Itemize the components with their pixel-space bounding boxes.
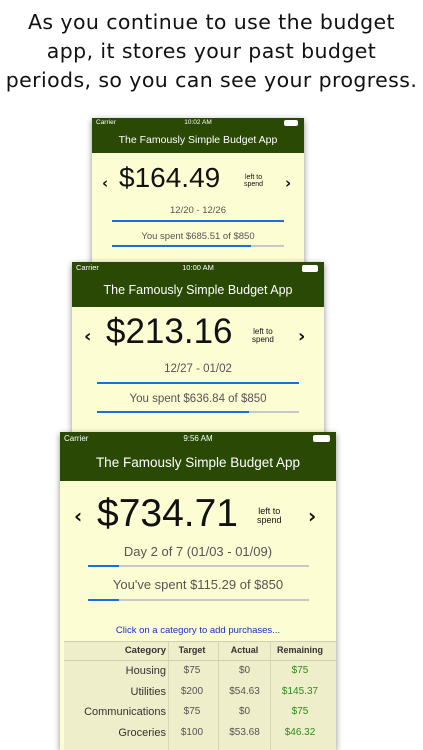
actual-cell: $0 [238, 706, 251, 717]
spent-label: You spent $636.84 of $850 [129, 393, 267, 405]
caption-line: As you continue to use the budget [28, 10, 395, 34]
battery-icon [313, 435, 330, 442]
left-to-line: left to [244, 174, 263, 181]
category-table: Category Target Actual Remaining Housing… [64, 641, 336, 750]
left-to-spend-label: left to spend [257, 507, 282, 525]
add-purchases-hint: Click on a category to add purchases... [115, 625, 281, 636]
category-name: Communications [84, 706, 166, 718]
spent-progress-bar [112, 245, 284, 247]
period-label: Day 2 of 7 (01/03 - 01/09) [123, 544, 273, 559]
budget-screen-past-2: Carrier 10:00 AM The Famously Simple Bud… [72, 262, 324, 438]
actual-cell: $0 [238, 665, 251, 676]
spend-line: spend [257, 515, 282, 525]
remaining-cell: $46.32 [284, 726, 316, 738]
header-target: Target [178, 645, 206, 655]
clock: 10:02 AM [184, 119, 212, 126]
amount-left: $734.71 [97, 492, 238, 535]
header-remaining: Remaining [276, 645, 323, 655]
actual-cell: $53.68 [229, 726, 260, 738]
status-bar: Carrier 10:00 AM [72, 262, 324, 274]
spent-progress-bar [88, 599, 309, 601]
clock: 10:00 AM [182, 263, 214, 272]
amount-left: $164.49 [119, 162, 221, 193]
status-bar: Carrier 10:02 AM [92, 118, 304, 128]
header-category: Category [124, 645, 166, 656]
spent-label: You spent $685.51 of $850 [141, 231, 255, 242]
table-row[interactable]: Communications $75 $0 $75 [64, 702, 336, 723]
next-period-button[interactable]: › [298, 326, 305, 347]
left-to-spend-label: left to spend [244, 174, 263, 188]
prev-period-button[interactable]: ‹ [74, 504, 82, 528]
table-row[interactable]: Housing $75 $0 $75 [64, 661, 336, 682]
caption-line: periods, so you can see your progress. [5, 68, 418, 92]
prev-period-button[interactable]: ‹ [84, 326, 91, 347]
period-progress-bar [112, 220, 284, 222]
target-cell: $100 [180, 726, 204, 738]
promo-caption: As you continue to use the budget app, i… [0, 8, 423, 95]
prev-period-button[interactable]: ‹ [102, 174, 108, 192]
amount-left: $213.16 [106, 312, 233, 351]
spent-label: You've spent $115.29 of $850 [112, 577, 284, 592]
period-progress-bar [97, 382, 299, 384]
target-cell: $75 [183, 706, 201, 717]
spent-progress-bar [97, 411, 299, 413]
target-cell: $75 [183, 665, 201, 676]
category-name: Housing [125, 665, 166, 677]
target-cell: $200 [180, 685, 204, 697]
spend-line: spend [252, 335, 274, 344]
caption-line: app, it stores your past budget [46, 39, 377, 63]
status-bar: Carrier 9:56 AM [60, 432, 336, 445]
spend-line: spend [244, 181, 264, 188]
header-actual: Actual [230, 645, 259, 655]
actual-cell: $54.63 [229, 685, 260, 697]
category-name: Groceries [118, 726, 166, 739]
category-name: Utilities [130, 685, 166, 698]
remaining-cell: $75 [291, 706, 309, 717]
budget-screen-past-1: Carrier 10:02 AM The Famously Simple Bud… [92, 118, 304, 268]
left-to-spend-label: left to spend [252, 328, 274, 344]
app-title: The Famously Simple Budget App [60, 445, 336, 481]
period-label: 12/27 - 01/02 [164, 363, 232, 375]
budget-screen-current: Carrier 9:56 AM The Famously Simple Budg… [60, 432, 336, 750]
next-period-button[interactable]: › [285, 174, 291, 192]
remaining-cell: $145.37 [281, 685, 319, 697]
period-progress-bar [88, 565, 309, 567]
battery-icon [302, 265, 318, 272]
table-row[interactable]: Utilities $200 $54.63 $145.37 [64, 682, 336, 703]
period-label: 12/20 - 12/26 [170, 205, 226, 216]
clock: 9:56 AM [183, 434, 213, 443]
app-title: The Famously Simple Budget App [72, 274, 324, 307]
next-period-button[interactable]: › [308, 504, 316, 528]
table-header-row: Category Target Actual Remaining [64, 642, 336, 661]
app-title: The Famously Simple Budget App [92, 128, 304, 153]
battery-icon [284, 120, 298, 126]
remaining-cell: $75 [291, 665, 309, 676]
table-row[interactable]: Groceries $100 $53.68 $46.32 [64, 723, 336, 744]
